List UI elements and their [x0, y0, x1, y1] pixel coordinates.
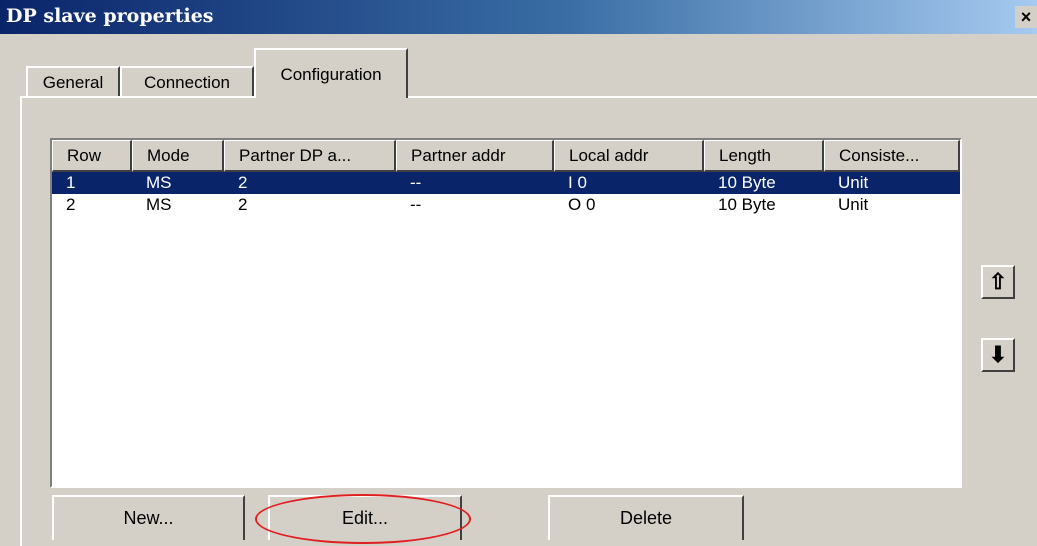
window-title: DP slave properties	[6, 5, 214, 27]
new-button[interactable]: New...	[52, 495, 245, 540]
table-row[interactable]: 2 MS 2 -- O 0 10 Byte Unit	[52, 194, 960, 216]
column-header-partner-dp[interactable]: Partner DP a...	[224, 140, 396, 172]
configuration-table[interactable]: Row Mode Partner DP a... Partner addr Lo…	[50, 138, 962, 488]
tab-connection[interactable]: Connection	[120, 66, 254, 98]
move-up-button[interactable]: ⇧	[981, 265, 1015, 299]
cell-partner-addr: --	[410, 195, 422, 214]
tab-general[interactable]: General	[26, 66, 120, 98]
cell-row: 1	[66, 173, 76, 192]
title-bar: DP slave properties ×	[0, 0, 1037, 34]
cell-partner-dp: 2	[238, 173, 248, 192]
column-header-row[interactable]: Row	[52, 140, 132, 172]
column-header-partner-addr[interactable]: Partner addr	[396, 140, 554, 172]
close-button[interactable]: ×	[1015, 6, 1037, 28]
column-header-local-addr[interactable]: Local addr	[554, 140, 704, 172]
column-header-consistency[interactable]: Consiste...	[824, 140, 960, 172]
cell-consistency: Unit	[838, 173, 869, 192]
edit-button[interactable]: Edit...	[268, 495, 462, 540]
delete-button[interactable]: Delete	[548, 495, 744, 540]
cell-consistency: Unit	[838, 195, 869, 214]
tab-configuration[interactable]: Configuration	[254, 48, 408, 98]
cell-row: 2	[66, 195, 76, 214]
cell-mode: MS	[146, 195, 172, 214]
move-down-button[interactable]: ⬇	[981, 338, 1015, 372]
cell-partner-dp: 2	[238, 195, 248, 214]
cell-partner-addr: --	[410, 173, 422, 192]
cell-length: 10 Byte	[718, 173, 776, 192]
cell-mode: MS	[146, 173, 172, 192]
column-header-mode[interactable]: Mode	[132, 140, 224, 172]
cell-length: 10 Byte	[718, 195, 776, 214]
cell-local-addr: I 0	[568, 173, 587, 192]
table-row[interactable]: 1 MS 2 -- I 0 10 Byte Unit	[52, 172, 960, 194]
column-header-length[interactable]: Length	[704, 140, 824, 172]
cell-local-addr: O 0	[568, 195, 596, 214]
